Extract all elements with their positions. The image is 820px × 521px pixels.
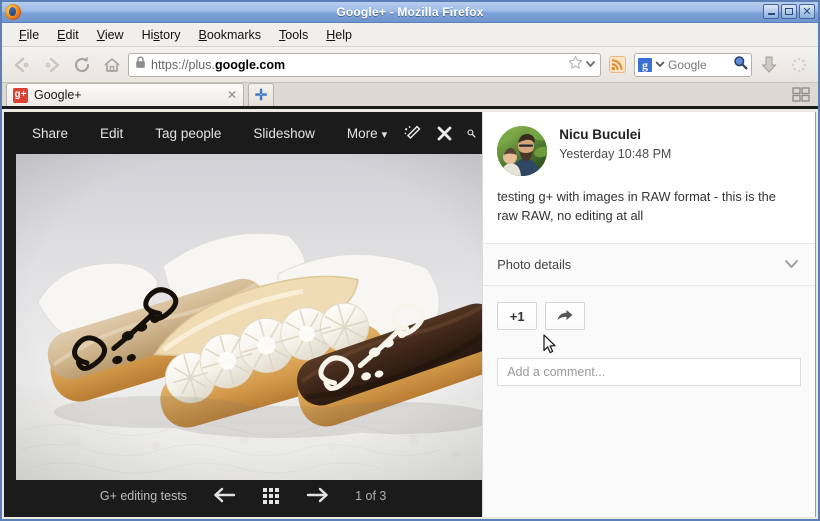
plus-one-button[interactable]: +1 (497, 302, 538, 331)
menu-file[interactable]: File (10, 26, 48, 44)
photo-info-panel: Nicu Buculei Yesterday 10:48 PM testing … (482, 112, 816, 517)
share-arrow-icon (556, 308, 574, 325)
post-actions: +1 (483, 286, 815, 341)
window-title: Google+ - Mozilla Firefox (336, 5, 484, 19)
photo-toolbar: Share Edit Tag people Slideshow More ▾ (4, 112, 482, 154)
search-box[interactable]: g Google (634, 52, 752, 77)
search-engine-chevron-down-icon[interactable] (655, 56, 665, 74)
photo-bottom-bar: G+ editing tests 1 of 3 (4, 475, 482, 517)
menu-help[interactable]: Help (317, 26, 361, 44)
url-text: https://plus.google.com (151, 57, 286, 72)
comment-section: Add a comment... (483, 340, 815, 517)
google-plus-favicon-icon: g+ (13, 87, 28, 103)
back-arrow-icon[interactable] (8, 51, 35, 78)
bookmark-controls[interactable] (568, 55, 596, 75)
tab-strip: g+ Google+ ✕ ✛ (2, 83, 818, 109)
navigation-toolbar: https://plus.google.com g Google (2, 47, 818, 83)
post-meta: Nicu Buculei Yesterday 10:48 PM (559, 126, 671, 161)
arrow-left-icon[interactable] (213, 487, 237, 506)
tab-google-plus[interactable]: g+ Google+ ✕ (6, 83, 244, 106)
magnifier-icon[interactable] (733, 55, 748, 75)
minimize-icon (767, 13, 775, 15)
maximize-button[interactable] (781, 4, 797, 19)
chevron-down-icon[interactable] (784, 257, 799, 272)
post-caption: testing g+ with images in RAW format - t… (497, 189, 776, 223)
share-button[interactable]: Share (16, 126, 84, 141)
photo-image[interactable] (16, 154, 491, 480)
grid-view-icon[interactable] (263, 488, 280, 504)
auto-enhance-icon[interactable] (403, 124, 421, 142)
tab-label: Google+ (34, 88, 82, 102)
album-name[interactable]: G+ editing tests (100, 489, 187, 503)
post-author[interactable]: Nicu Buculei (559, 126, 671, 144)
search-input[interactable]: Google (668, 58, 730, 72)
tab-close-icon[interactable]: ✕ (227, 89, 237, 101)
eclairs-photo (16, 154, 491, 480)
avatar[interactable] (497, 126, 548, 176)
photo-toolbar-icons (403, 124, 482, 142)
close-icon: ✕ (802, 5, 812, 18)
share-button[interactable] (545, 302, 586, 331)
photo-viewer: Share Edit Tag people Slideshow More ▾ G… (4, 112, 491, 517)
padlock-icon (135, 55, 146, 74)
menu-bookmarks[interactable]: Bookmarks (190, 26, 271, 44)
more-button[interactable]: More ▾ (331, 126, 403, 141)
edit-button[interactable]: Edit (84, 126, 139, 141)
arrow-right-icon[interactable] (305, 487, 329, 506)
slideshow-button[interactable]: Slideshow (237, 126, 331, 141)
download-arrow-icon[interactable] (755, 51, 782, 78)
menu-edit[interactable]: Edit (48, 26, 88, 44)
forward-arrow-icon[interactable] (38, 51, 65, 78)
firefox-logo-icon (5, 4, 21, 20)
photo-details-label: Photo details (497, 257, 572, 273)
home-icon[interactable] (98, 51, 125, 78)
close-icon[interactable] (435, 124, 453, 142)
google-g-icon: g (638, 57, 652, 72)
browser-window: Google+ - Mozilla Firefox ✕ File Edit Vi… (0, 0, 820, 521)
photo-counter: 1 of 3 (355, 489, 387, 503)
photo-details-section[interactable]: Photo details (483, 243, 815, 287)
zoom-magnifier-icon[interactable] (467, 124, 476, 142)
star-icon[interactable] (568, 55, 583, 75)
post-timestamp[interactable]: Yesterday 10:48 PM (559, 147, 671, 161)
url-bar[interactable]: https://plus.google.com (128, 52, 601, 77)
maximize-icon (785, 8, 793, 15)
window-controls: ✕ (763, 4, 815, 19)
more-label: More (346, 125, 378, 141)
list-all-tabs-icon[interactable] (790, 85, 812, 103)
photo-area (4, 154, 491, 480)
reload-icon[interactable] (68, 51, 95, 78)
minimize-button[interactable] (763, 4, 779, 19)
throbber-icon (785, 51, 812, 78)
close-button[interactable]: ✕ (799, 4, 815, 19)
page-content: Share Edit Tag people Slideshow More ▾ G… (4, 112, 816, 517)
comment-input[interactable]: Add a comment... (497, 358, 801, 387)
chevron-down-icon: ▾ (381, 128, 388, 141)
window-frame: Google+ - Mozilla Firefox ✕ File Edit Vi… (0, 0, 820, 521)
tag-people-button[interactable]: Tag people (139, 126, 237, 141)
avatar-photo (497, 126, 548, 176)
titlebar: Google+ - Mozilla Firefox ✕ (2, 2, 818, 23)
menu-history[interactable]: History (133, 26, 190, 44)
post-header: Nicu Buculei Yesterday 10:48 PM (483, 112, 815, 182)
menubar: File Edit View History Bookmarks Tools H… (2, 23, 818, 47)
rss-feed-icon[interactable] (604, 51, 631, 78)
menu-view[interactable]: View (88, 26, 133, 44)
menu-tools[interactable]: Tools (270, 26, 317, 44)
new-tab-button[interactable]: ✛ (248, 83, 274, 106)
chevron-down-icon[interactable] (585, 56, 596, 74)
